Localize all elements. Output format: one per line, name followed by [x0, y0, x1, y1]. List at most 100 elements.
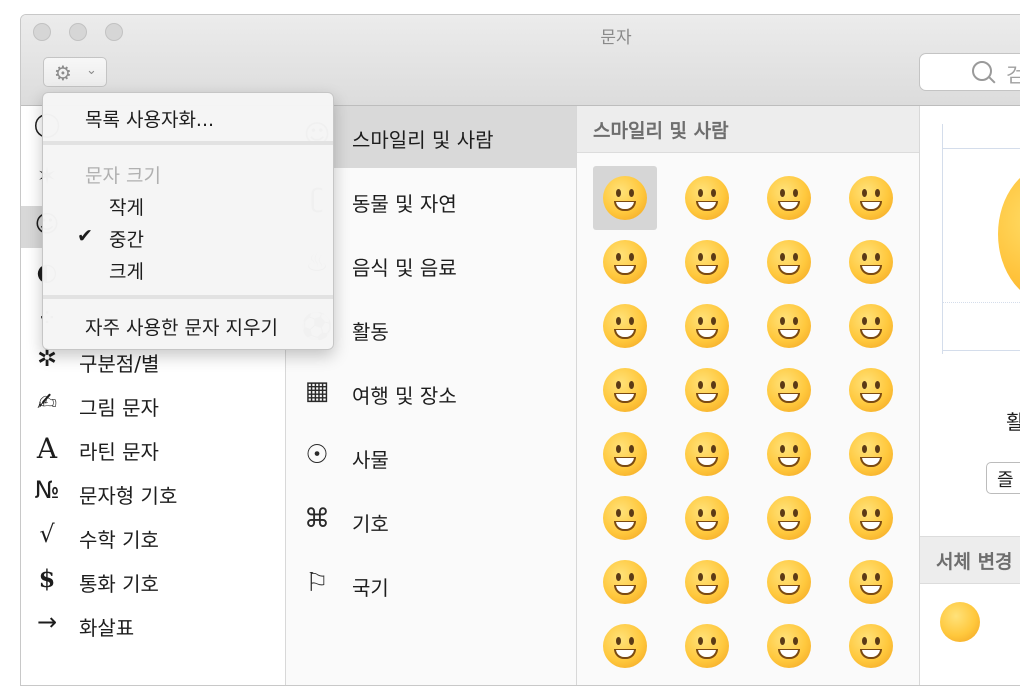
- emoji-cowboy-face[interactable]: [675, 614, 739, 678]
- menu-separator: [43, 295, 333, 299]
- category-label: 활동: [352, 320, 389, 344]
- category-travel[interactable]: ▦ 여행 및 장소: [286, 362, 576, 424]
- category-flags[interactable]: ⚐ 국기: [286, 554, 576, 616]
- emoji-sweat-smile-face[interactable]: [675, 230, 739, 294]
- money-mouth-face-icon: [603, 560, 647, 604]
- search-field[interactable]: 검: [919, 53, 1020, 91]
- face-feature: [616, 253, 621, 261]
- face-feature: [698, 509, 703, 517]
- sidebar-item-label: 문자형 기호: [79, 484, 178, 508]
- sidebar-item-currency[interactable]: $ 통화 기호: [21, 560, 285, 600]
- emoji-rofl-face[interactable]: [839, 230, 903, 294]
- sidebar-item-letterlike[interactable]: № 문자형 기호: [21, 472, 285, 512]
- menu-separator: [43, 141, 333, 145]
- face-feature: [778, 649, 800, 659]
- emoji-unamused-face[interactable]: [839, 614, 903, 678]
- menu-size-medium[interactable]: ✔ 중간: [43, 223, 333, 253]
- emoji-sunglasses-face[interactable]: [839, 550, 903, 614]
- face-feature: [793, 317, 798, 325]
- face-feature: [698, 189, 703, 197]
- relieved-face-icon: [767, 368, 811, 412]
- menu-clear-recents[interactable]: 자주 사용한 문자 지우기: [43, 311, 333, 341]
- square-root-icon: √: [39, 520, 55, 548]
- arrow-right-icon: →: [36, 608, 58, 636]
- emoji-kissing-smiling-eyes-face[interactable]: [757, 422, 821, 486]
- sidebar-item-pictographs[interactable]: ✍ 그림 문자: [21, 384, 285, 424]
- sidebar-item-label: 구분점/별: [79, 352, 160, 376]
- category-label: 동물 및 자연: [352, 192, 457, 216]
- face-feature: [711, 445, 716, 453]
- emoji-yum-face[interactable]: [593, 486, 657, 550]
- face-feature: [778, 521, 800, 531]
- emoji-slight-smile-face[interactable]: [839, 294, 903, 358]
- category-label: 음식 및 음료: [352, 256, 457, 280]
- preview-guide: [942, 350, 1020, 351]
- action-menu: 목록 사용자화... 문자 크기 작게 ✔ 중간 크게 자주 사용한 문자 지우…: [42, 92, 334, 350]
- emoji-kissing-face[interactable]: [675, 422, 739, 486]
- face-feature: [778, 265, 800, 275]
- emoji-money-mouth-face[interactable]: [593, 550, 657, 614]
- face-feature: [875, 637, 880, 645]
- action-menu-button[interactable]: ⚙ ⌄: [43, 57, 107, 87]
- emoji-stuck-out-tongue-closed-eyes-face[interactable]: [757, 486, 821, 550]
- emoji-stuck-out-tongue-face[interactable]: [839, 486, 903, 550]
- emoji-kissing-closed-eyes-face[interactable]: [839, 422, 903, 486]
- menu-size-large[interactable]: 크게: [43, 255, 333, 285]
- emoji-smirk-face[interactable]: [757, 614, 821, 678]
- emoji-kissing-heart-face[interactable]: [593, 422, 657, 486]
- sidebar-item-math[interactable]: √ 수학 기호: [21, 516, 285, 556]
- category-label: 국기: [352, 576, 389, 600]
- emoji-relaxed-face[interactable]: [593, 294, 657, 358]
- sidebar-item-label: 수학 기호: [79, 528, 159, 552]
- emoji-smile-face[interactable]: [757, 166, 821, 230]
- emoji-upside-down-face[interactable]: [593, 358, 657, 422]
- sidebar-item-latin[interactable]: A 라틴 문자: [21, 428, 285, 468]
- emoji-grinning-face[interactable]: [593, 166, 657, 230]
- emoji-blush-face[interactable]: [675, 294, 739, 358]
- face-feature: [780, 637, 785, 645]
- emoji-wink-face[interactable]: [675, 358, 739, 422]
- category-symbols[interactable]: ⌘ 기호: [286, 490, 576, 552]
- menu-size-header: 문자 크기: [43, 159, 333, 189]
- emoji-clown-face[interactable]: [593, 614, 657, 678]
- menu-size-small[interactable]: 작게: [43, 191, 333, 221]
- emoji-hugging-face[interactable]: [675, 550, 739, 614]
- grid-header: 스마일리 및 사람: [577, 106, 919, 153]
- grid-header-title: 스마일리 및 사람: [593, 120, 729, 142]
- sweat-smile-face-icon: [685, 240, 729, 284]
- face-feature: [860, 649, 882, 659]
- emoji-heart-eyes-face[interactable]: [839, 358, 903, 422]
- emoji-nerd-face[interactable]: [757, 550, 821, 614]
- emoji-joy-face[interactable]: [757, 230, 821, 294]
- face-feature: [778, 585, 800, 595]
- menu-item-label: 중간: [109, 229, 144, 251]
- face-feature: [793, 381, 798, 389]
- sidebar-item-arrows[interactable]: → 화살표: [21, 604, 285, 644]
- face-feature: [862, 317, 867, 325]
- search-placeholder: 검: [1006, 59, 1020, 88]
- emoji-grin-face[interactable]: [839, 166, 903, 230]
- variation-emoji[interactable]: [940, 602, 980, 642]
- face-feature: [862, 509, 867, 517]
- face-feature: [614, 585, 636, 595]
- face-feature: [711, 317, 716, 325]
- font-variation-title: 서체 변경: [936, 551, 1013, 573]
- laughing-face-icon: [603, 240, 647, 284]
- face-feature: [875, 317, 880, 325]
- menu-customize-list[interactable]: 목록 사용자화...: [43, 103, 333, 133]
- preview-guide: [942, 148, 1020, 149]
- category-objects[interactable]: ☉ 사물: [286, 426, 576, 488]
- emoji-stuck-out-tongue-winking-face[interactable]: [675, 486, 739, 550]
- face-feature: [862, 445, 867, 453]
- add-to-favorites-button[interactable]: 즐: [986, 462, 1020, 494]
- emoji-laughing-face[interactable]: [593, 230, 657, 294]
- symbols-icon: ⌘: [304, 504, 330, 534]
- lightbulb-icon: ☉: [305, 440, 329, 470]
- face-feature: [711, 637, 716, 645]
- emoji-smiley-face[interactable]: [675, 166, 739, 230]
- face-feature: [875, 253, 880, 261]
- face-feature: [629, 509, 634, 517]
- emoji-relieved-face[interactable]: [757, 358, 821, 422]
- emoji-innocent-face[interactable]: [757, 294, 821, 358]
- kissing-heart-face-icon: [603, 432, 647, 476]
